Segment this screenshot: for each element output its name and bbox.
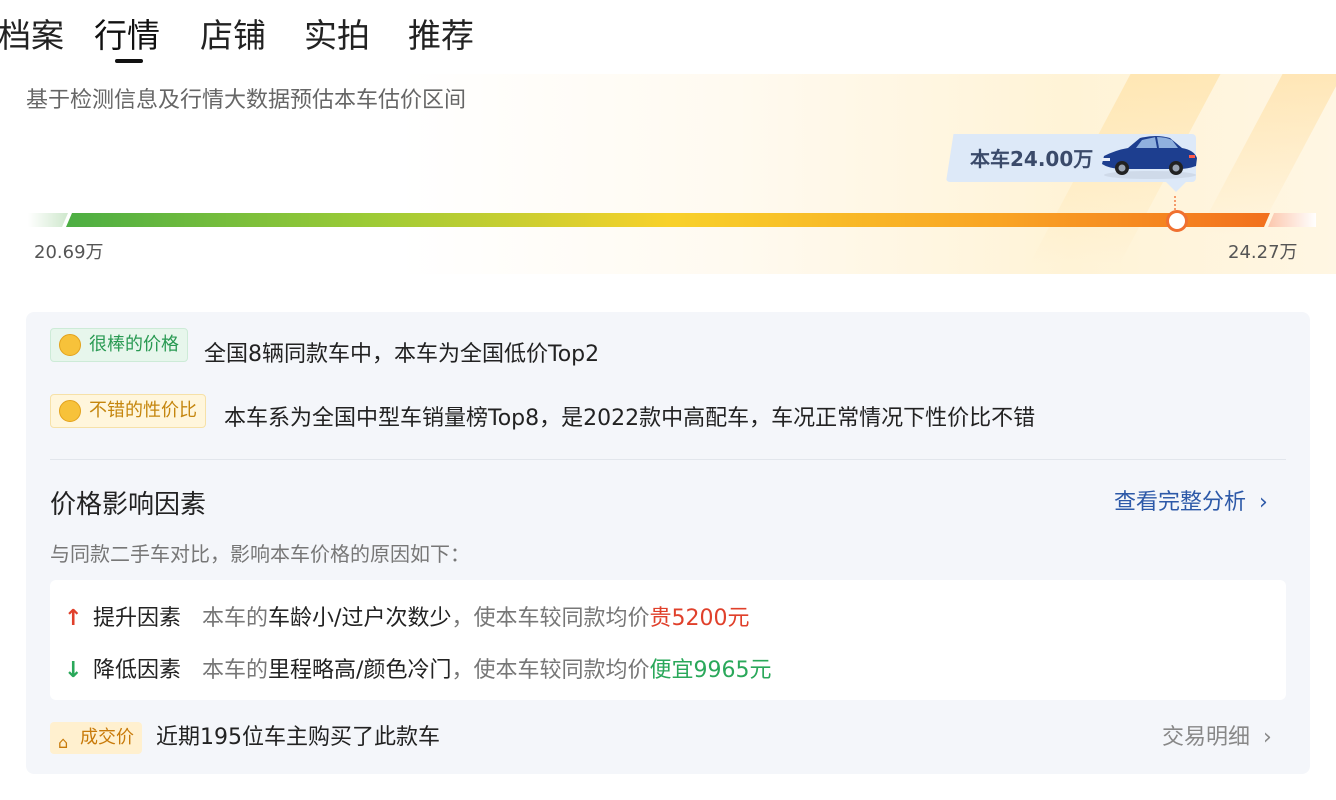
divider [50, 459, 1286, 460]
tab-market[interactable]: 行情 [94, 14, 160, 58]
great-price-badge: 很棒的价格 [50, 328, 188, 362]
great-price-badge-label: 很棒的价格 [89, 334, 179, 355]
range-min-label: 20.69万 [34, 242, 104, 263]
factor-desc-prefix: 本车的 [202, 606, 269, 631]
transaction-details-label: 交易明细 [1162, 725, 1251, 750]
tab-photos[interactable]: 实拍 [304, 14, 370, 58]
price-range-subtitle: 基于检测信息及行情大数据预估本车估价区间 [26, 88, 467, 113]
great-price-text: 全国8辆同款车中，本车为全国低价Top2 [204, 342, 600, 367]
current-price-marker [1166, 210, 1188, 232]
range-max-label: 24.27万 [1228, 242, 1298, 263]
grinning-face-icon [59, 334, 81, 356]
current-price-label: 本车24.00万 [970, 147, 1094, 171]
price-factors-subtitle: 与同款二手车对比，影响本车价格的原因如下： [50, 542, 470, 566]
price-factors-title: 价格影响因素 [50, 490, 207, 520]
arrow-up-icon: ↑ [64, 606, 83, 631]
chevron-right-icon: › [1259, 490, 1268, 515]
factor-row-increase: ↑ 提升因素 本车的车龄小/过户次数少，使本车较同款均价贵5200元 [64, 600, 749, 632]
factor-price-delta: 贵5200元 [649, 606, 750, 631]
deal-price-badge-label: 成交价 [80, 727, 134, 748]
factor-desc-mid: ，使本车较同款均价 [451, 606, 650, 631]
deal-price-badge: ⌂ 成交价 [50, 722, 142, 754]
recent-buyers-text: 近期195位车主购买了此款车 [156, 725, 440, 750]
price-range-bar [28, 213, 1316, 227]
tag-pointer [1166, 182, 1186, 192]
arrow-down-icon: ↓ [64, 658, 83, 683]
good-value-badge-label: 不错的性价比 [89, 400, 197, 421]
factor-price-delta: 便宜9965元 [649, 658, 772, 683]
tab-archive[interactable]: 档案 [0, 14, 64, 58]
car-image [1102, 136, 1197, 179]
factor-row-decrease: ↓ 降低因素 本车的里程略高/颜色冷门，使本车较同款均价便宜9965元 [64, 652, 771, 684]
good-value-text: 本车系为全国中型车销量榜Top8，是2022款中高配车，车况正常情况下性价比不错 [224, 406, 1036, 431]
view-full-analysis-label: 查看完整分析 [1114, 490, 1247, 515]
tab-store[interactable]: 店铺 [200, 14, 266, 58]
factor-desc-mid: ，使本车较同款均价 [451, 658, 650, 683]
tab-bar: 档案 行情 店铺 实拍 推荐 [0, 0, 1336, 70]
factor-label: 提升因素 [93, 606, 182, 631]
factor-label: 降低因素 [93, 658, 182, 683]
factor-desc-prefix: 本车的 [202, 658, 269, 683]
factor-desc-main: 里程略高/颜色冷门 [268, 658, 452, 683]
transaction-details-link[interactable]: 交易明细 › [1162, 722, 1272, 754]
chevron-right-icon: › [1263, 725, 1272, 750]
good-value-badge: 不错的性价比 [50, 394, 206, 428]
view-full-analysis-link[interactable]: 查看完整分析 › [1114, 484, 1268, 516]
price-tag-icon: ⌂ [58, 733, 69, 752]
tab-recommend[interactable]: 推荐 [408, 14, 474, 58]
factor-desc-main: 车龄小/过户次数少 [268, 606, 452, 631]
active-tab-indicator [115, 59, 143, 63]
smiling-face-icon [59, 400, 81, 422]
